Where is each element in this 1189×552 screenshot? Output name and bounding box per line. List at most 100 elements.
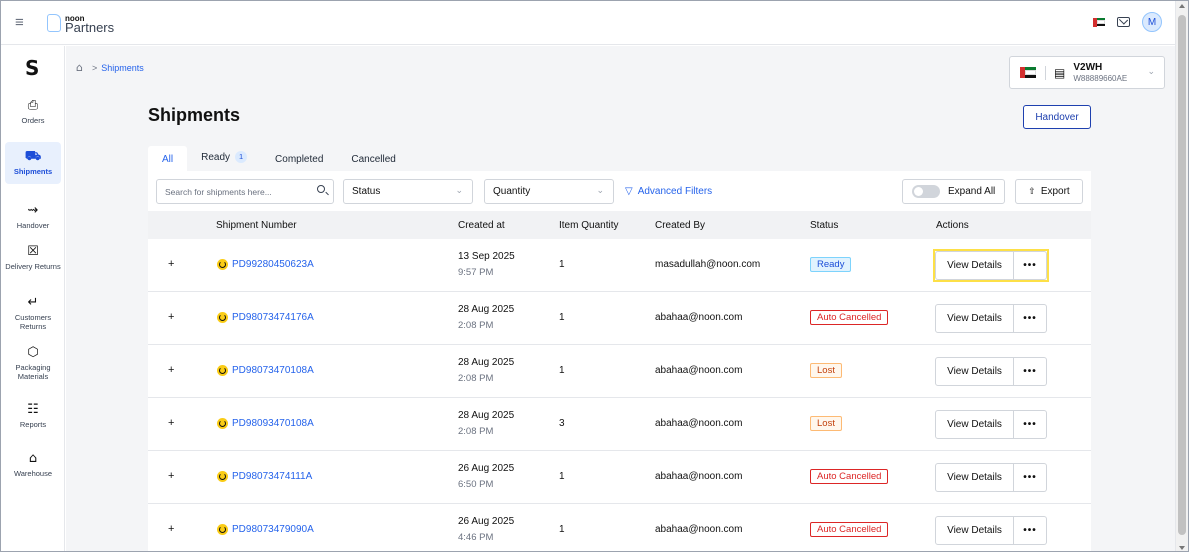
search-box[interactable] [156,179,334,204]
shipment-number-link[interactable]: PD98073470108A [232,365,314,376]
tab-label: Completed [275,154,324,165]
handshake-icon: ⇝ [27,203,39,218]
search-input[interactable] [165,186,305,197]
row-actions: View Details ••• [935,357,1047,386]
sidebar-item-delivery-returns[interactable]: ☒ Delivery Returns [5,245,61,285]
scroll-up-icon[interactable] [1179,4,1185,8]
more-actions-button[interactable]: ••• [1014,463,1047,492]
sidebar-item-customers-returns[interactable]: ↵ Customers Returns [5,296,61,336]
status-badge: Lost [810,416,842,431]
shipment-number-link[interactable]: PD98093470108A [232,418,314,429]
more-actions-button[interactable]: ••• [1014,516,1047,545]
table-row[interactable]: + PD98073470108A 28 Aug 2025 2:08 PM 1 abahaa… [148,345,1091,398]
status-filter-select[interactable]: Status ⌄ [343,179,473,204]
view-details-button[interactable]: View Details [935,251,1014,280]
tab-completed[interactable]: Completed [261,154,337,171]
sidebar: S ⎙ Orders ⛟ Shipments ⇝ Handover ☒ Deli… [1,46,65,551]
mail-icon[interactable] [1117,17,1130,27]
sidebar-item-label: Orders [21,116,45,125]
breadcrumb-separator: > [91,62,98,73]
view-details-button[interactable]: View Details [935,304,1014,333]
shipment-number-link[interactable]: PD98073474176A [232,312,314,323]
table-row[interactable]: + PD98073479090A 26 Aug 2025 4:46 PM 1 abahaa… [148,504,1091,551]
advanced-filters-link[interactable]: ▽ Advanced Filters [625,186,712,197]
uae-flag-icon[interactable] [1093,17,1105,27]
created-date: 28 Aug 2025 [458,304,515,315]
created-date: 13 Sep 2025 [458,251,515,262]
sidebar-item-shipments[interactable]: ⛟ Shipments [5,142,61,184]
created-time: 2:08 PM [458,426,494,437]
expand-row-icon[interactable]: + [168,364,174,376]
status-badge: Auto Cancelled [810,310,889,325]
table-row[interactable]: + PD98073474176A 28 Aug 2025 2:08 PM 1 abahaa… [148,292,1091,345]
sidebar-item-reports[interactable]: ☷ Reports [5,403,61,431]
sidebar-item-label: Delivery Returns [5,262,61,271]
view-details-button[interactable]: View Details [935,516,1014,545]
main-content: ⌂ > Shipments ▤ V2WH W88889660AE ⌄ Shipm… [66,46,1176,551]
shipment-number-link[interactable]: PD98073474111A [232,471,312,482]
sidebar-item-warehouse[interactable]: ⌂ Warehouse [5,452,61,480]
reports-icon: ☷ [27,402,39,417]
more-actions-button[interactable]: ••• [1014,304,1047,333]
expand-all-toggle[interactable]: Expand All [902,179,1005,204]
scroll-down-icon[interactable] [1179,546,1185,550]
sidebar-item-packaging-materials[interactable]: ⬡ Packaging Materials [5,346,61,386]
created-time: 2:08 PM [458,320,494,331]
column-header: Created at [458,220,505,231]
warehouse-selector[interactable]: ▤ V2WH W88889660AE ⌄ [1009,56,1165,89]
toggle-switch[interactable] [912,185,940,198]
quantity-filter-label: Quantity [493,186,531,197]
noon-partners-logo[interactable]: noon Partners [47,13,114,34]
home-icon[interactable]: ⌂ [76,61,83,74]
table-header: Shipment Number Created at Item Quantity… [148,211,1091,239]
avatar[interactable]: M [1142,12,1162,32]
tab-all[interactable]: All [148,146,188,171]
expand-row-icon[interactable]: + [168,417,174,429]
view-details-button[interactable]: View Details [935,463,1014,492]
tab-ready[interactable]: Ready 1 [187,151,261,169]
table-row[interactable]: + PD98093470108A 28 Aug 2025 2:08 PM 3 abahaa… [148,398,1091,451]
row-actions: View Details ••• [935,304,1047,333]
status-badge: Ready [810,257,852,272]
shipments-panel: All Ready 1 Completed Cancelled Status ⌄ … [148,143,1091,551]
brand-logo-icon[interactable]: S [25,58,45,78]
tab-cancelled[interactable]: Cancelled [337,154,409,171]
export-button[interactable]: ⇧ Export [1015,179,1083,204]
top-bar: ≡ noon Partners M [1,1,1176,45]
shipment-status-icon [217,259,228,270]
expand-row-icon[interactable]: + [168,258,174,270]
more-actions-button[interactable]: ••• [1014,357,1047,386]
view-details-button[interactable]: View Details [935,410,1014,439]
quantity-filter-select[interactable]: Quantity ⌄ [484,179,614,204]
vertical-scrollbar[interactable] [1175,1,1188,551]
breadcrumb-current[interactable]: Shipments [101,63,144,73]
shipment-number-link[interactable]: PD99280450623A [232,259,314,270]
scrollbar-thumb[interactable] [1178,15,1186,535]
column-header: Item Quantity [559,220,619,231]
table-row[interactable]: + PD99280450623A 13 Sep 2025 9:57 PM 1 masadu… [148,239,1091,292]
search-icon[interactable] [317,185,325,193]
created-date: 26 Aug 2025 [458,516,515,527]
created-by: masadullah@noon.com [655,259,761,270]
shipment-status-icon [217,524,228,535]
more-actions-button[interactable]: ••• [1014,251,1047,280]
view-details-button[interactable]: View Details [935,357,1014,386]
sidebar-item-label: Warehouse [13,469,53,478]
shipment-number-link[interactable]: PD98073479090A [232,524,314,535]
more-actions-button[interactable]: ••• [1014,410,1047,439]
created-time: 6:50 PM [458,479,494,490]
expand-row-icon[interactable]: + [168,311,174,323]
table-row[interactable]: + PD98073474111A 26 Aug 2025 6:50 PM 1 abahaa… [148,451,1091,504]
column-header: Actions [936,220,969,231]
sidebar-item-orders[interactable]: ⎙ Orders [5,98,61,130]
expand-row-icon[interactable]: + [168,470,174,482]
handover-button[interactable]: Handover [1023,105,1091,129]
expand-row-icon[interactable]: + [168,523,174,535]
orders-icon: ⎙ [27,98,39,113]
filter-icon: ▽ [625,186,633,197]
sidebar-item-handover[interactable]: ⇝ Handover [5,204,61,232]
item-quantity: 1 [559,312,565,323]
sidebar-item-label: Customers Returns [14,313,52,331]
delivery-returns-icon: ☒ [27,244,39,259]
menu-icon[interactable]: ≡ [15,14,35,31]
